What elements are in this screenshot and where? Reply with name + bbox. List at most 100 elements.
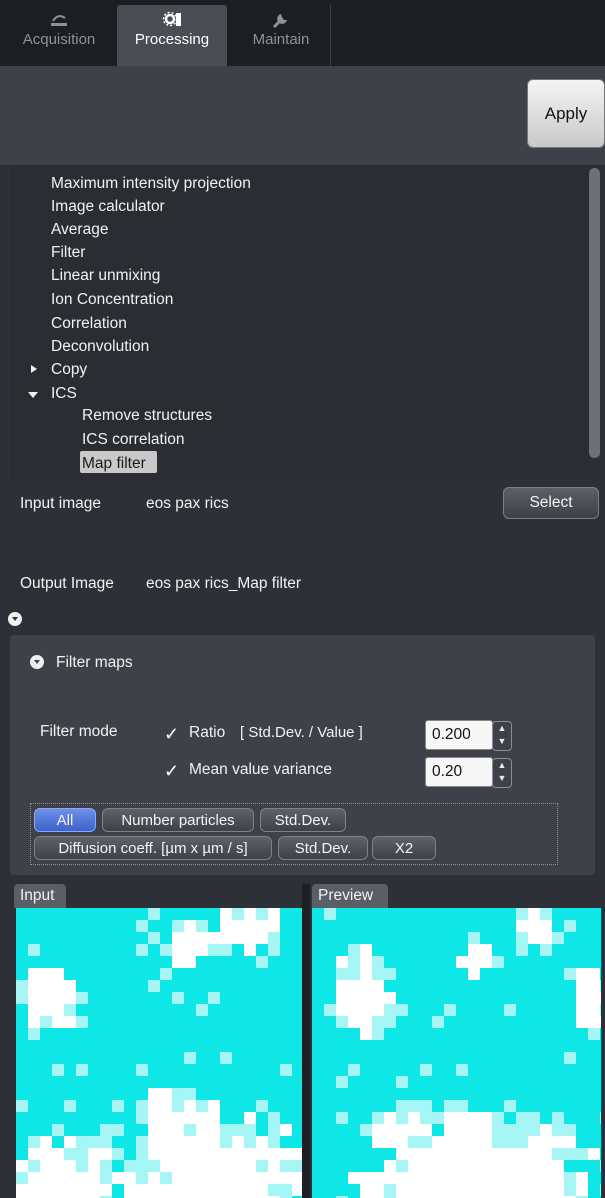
map-cell — [64, 1160, 76, 1172]
map-cell — [528, 1124, 540, 1136]
tree-item-ics-correlation[interactable]: ICS correlation — [82, 431, 185, 449]
ratio-checkbox[interactable]: ✓ — [164, 725, 180, 743]
tree-item-max-intensity[interactable]: Maximum intensity projection — [51, 175, 251, 193]
tree-item-map-filter[interactable]: Map filter — [82, 455, 146, 473]
map-cell — [160, 1112, 172, 1124]
map-cell — [552, 1124, 564, 1136]
map-cell — [160, 1088, 172, 1100]
tree-item-filter[interactable]: Filter — [51, 244, 85, 262]
select-button[interactable]: Select — [503, 487, 599, 519]
chip-std-dev-1[interactable]: Std.Dev. — [260, 808, 346, 832]
tree-item-ion-concentration[interactable]: Ion Concentration — [51, 291, 173, 309]
chip-std-dev-2[interactable]: Std.Dev. — [278, 836, 368, 860]
pane-divider[interactable] — [302, 884, 310, 1198]
map-cell — [324, 1004, 336, 1016]
map-cell — [88, 1184, 100, 1196]
preview-pane-tab[interactable]: Preview — [312, 884, 388, 908]
variance-spinbox[interactable]: 0.20 ▲ ▼ — [425, 757, 512, 788]
tree-item-image-calculator[interactable]: Image calculator — [51, 198, 165, 216]
map-cell — [372, 1016, 384, 1028]
map-cell — [220, 932, 232, 944]
map-cell — [52, 1148, 64, 1160]
section-collapse-icon[interactable] — [8, 612, 22, 626]
tree-item-deconvolution[interactable]: Deconvolution — [51, 338, 149, 356]
tree-scrollbar[interactable] — [589, 168, 600, 458]
map-cell — [600, 1004, 601, 1016]
tree-item-correlation[interactable]: Correlation — [51, 315, 127, 333]
tree-item-copy[interactable]: Copy — [51, 361, 87, 379]
map-cell — [480, 1124, 492, 1136]
map-cell — [100, 1172, 112, 1184]
chip-diffusion-coeff[interactable]: Diffusion coeff. [µm x µm / s] — [34, 836, 272, 860]
map-cell — [420, 1136, 432, 1148]
input-pane-tab[interactable]: Input — [14, 884, 66, 908]
variance-spin-arrows-icon[interactable]: ▲ ▼ — [492, 758, 512, 788]
map-cell — [268, 1136, 280, 1148]
map-cell — [324, 908, 336, 920]
tree-item-remove-structures[interactable]: Remove structures — [82, 407, 212, 425]
map-cell — [172, 1100, 184, 1112]
tree-item-average[interactable]: Average — [51, 221, 108, 239]
map-cell — [480, 1172, 492, 1184]
map-cell — [336, 968, 348, 980]
tab-maintain[interactable]: Maintain — [226, 5, 336, 66]
map-cell — [372, 1124, 384, 1136]
wrench-icon — [272, 14, 287, 29]
map-cell — [160, 1172, 172, 1184]
map-cell — [384, 1124, 396, 1136]
map-cell — [540, 920, 552, 932]
map-cell — [124, 1172, 136, 1184]
map-cell — [444, 1160, 456, 1172]
collapse-arrow-icon[interactable] — [27, 390, 39, 400]
map-cell — [256, 1100, 268, 1112]
map-cell — [112, 1100, 124, 1112]
tree-item-ics[interactable]: ICS — [51, 385, 77, 403]
map-cell — [208, 1148, 220, 1160]
apply-button[interactable]: Apply — [527, 79, 605, 148]
map-cell — [336, 1112, 348, 1124]
map-cell — [172, 1112, 184, 1124]
map-cell — [28, 944, 40, 956]
map-cell — [160, 1148, 172, 1160]
preview-image-view[interactable] — [312, 908, 601, 1198]
map-cell — [468, 1160, 480, 1172]
map-cell — [456, 1124, 468, 1136]
map-cell — [552, 1148, 564, 1160]
map-cell — [576, 992, 588, 1004]
filter-maps-collapse-icon[interactable] — [30, 655, 44, 669]
chip-x2[interactable]: X2 — [372, 836, 436, 860]
map-cell — [184, 1172, 196, 1184]
input-image-canvas — [16, 908, 302, 1198]
tab-acquisition[interactable]: Acquisition — [4, 5, 114, 66]
map-cell — [420, 1064, 432, 1076]
variance-checkbox[interactable]: ✓ — [164, 762, 180, 780]
map-cell — [76, 1064, 88, 1076]
tree-item-linear-unmixing[interactable]: Linear unmixing — [51, 267, 160, 285]
map-cell — [336, 980, 348, 992]
map-cell — [396, 1004, 408, 1016]
map-cell — [456, 1136, 468, 1148]
chip-number-particles[interactable]: Number particles — [102, 808, 254, 832]
map-cell — [468, 1124, 480, 1136]
map-cell — [40, 1148, 52, 1160]
tab-processing[interactable]: Processing — [117, 5, 227, 66]
map-cell — [432, 1184, 444, 1196]
map-cell — [184, 932, 196, 944]
map-cell — [492, 1148, 504, 1160]
map-cell — [348, 1004, 360, 1016]
map-cell — [148, 1088, 160, 1100]
ratio-spinbox[interactable]: 0.200 ▲ ▼ — [425, 720, 512, 751]
chip-all[interactable]: All — [34, 808, 96, 832]
map-cell — [244, 1124, 256, 1136]
map-cell — [172, 1160, 184, 1172]
map-cell — [220, 1172, 232, 1184]
map-cell — [52, 1172, 64, 1184]
input-image-view[interactable] — [16, 908, 302, 1198]
expand-arrow-icon[interactable] — [29, 364, 39, 374]
map-cell — [456, 1184, 468, 1196]
map-cell — [492, 1172, 504, 1184]
map-cell — [516, 1184, 528, 1196]
ratio-spin-arrows-icon[interactable]: ▲ ▼ — [492, 721, 512, 751]
map-cell — [256, 956, 268, 968]
map-cell — [516, 1136, 528, 1148]
